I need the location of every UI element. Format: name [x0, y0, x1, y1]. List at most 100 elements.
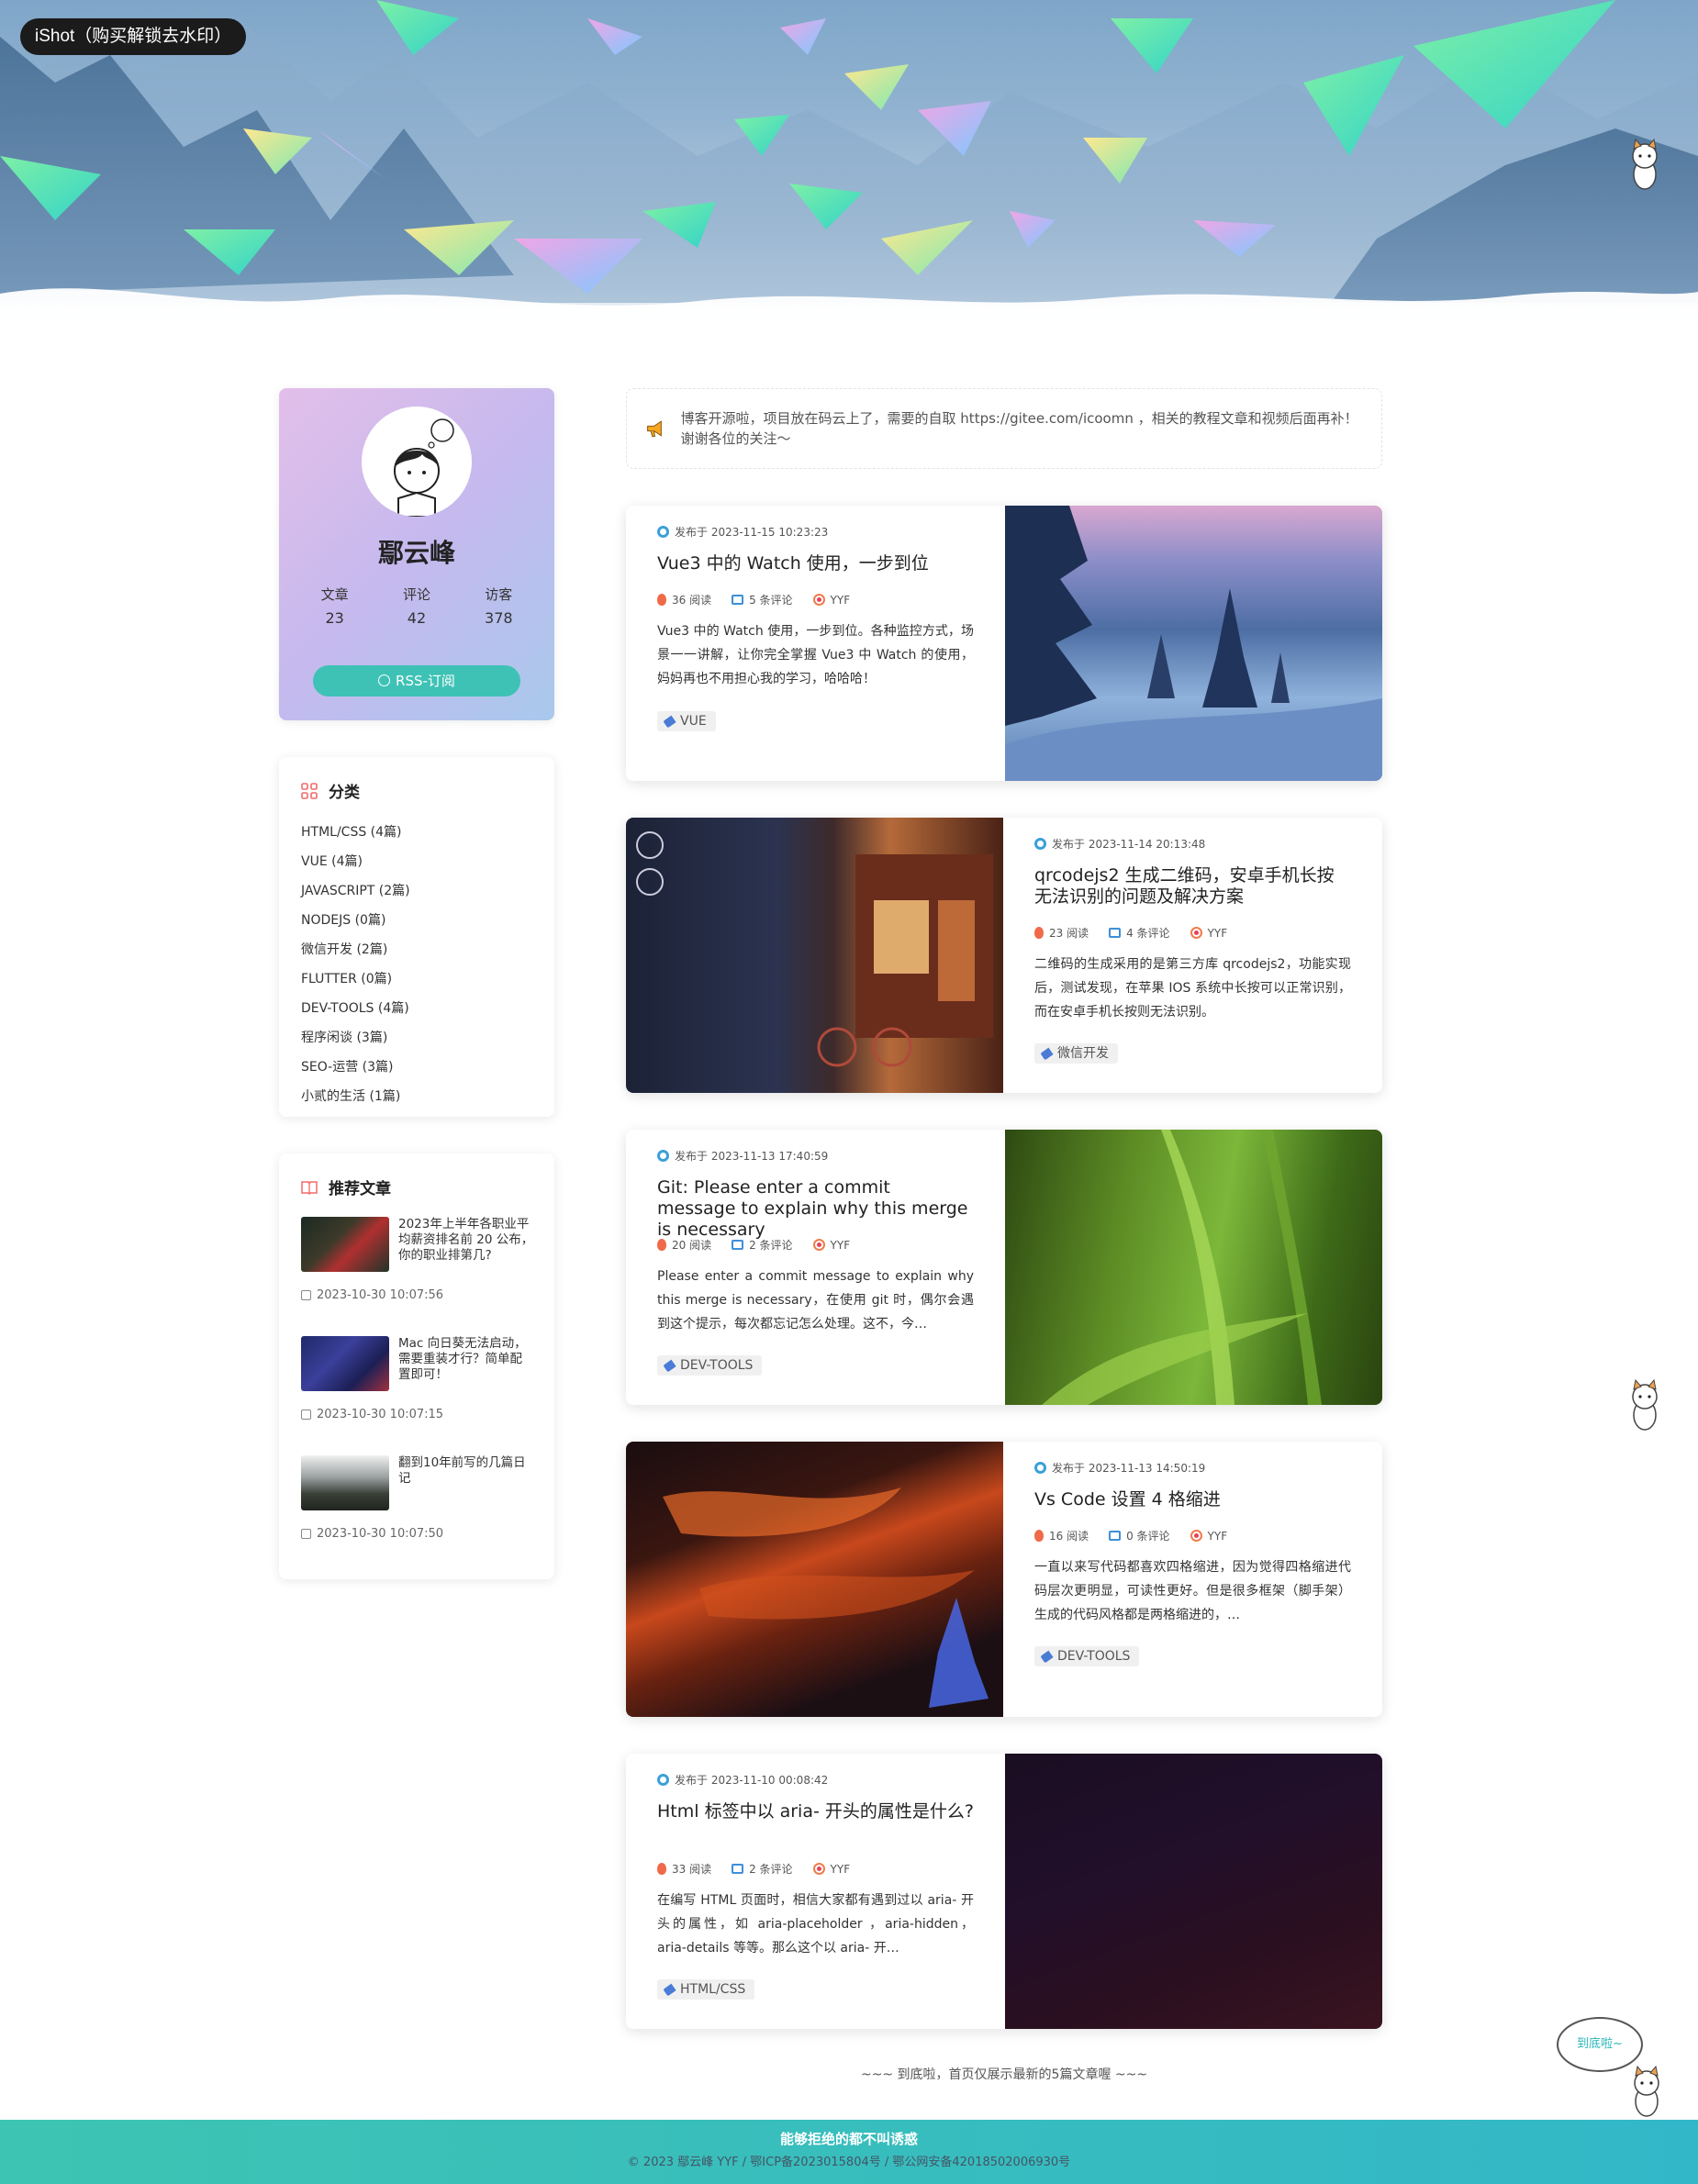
clock-icon	[657, 1774, 669, 1786]
post-excerpt: Vue3 中的 Watch 使用，一步到位。各种监控方式，场景一一讲解，让你完全…	[657, 624, 974, 686]
recommended-thumbnail[interactable]	[301, 1336, 389, 1391]
clock-icon	[1034, 838, 1046, 850]
comment-icon	[732, 595, 744, 605]
categories-title: 分类	[301, 779, 360, 802]
author-icon	[1190, 1530, 1202, 1542]
calendar-icon	[301, 1410, 311, 1420]
post-cover-image[interactable]	[626, 818, 1003, 1093]
night-street-illustration	[636, 831, 993, 1067]
rss-label: RSS-订阅	[396, 673, 455, 689]
profile-name: 鄢云峰	[377, 538, 455, 568]
post-title[interactable]: Vue3 中的 Watch 使用，一步到位	[657, 553, 974, 574]
category-item[interactable]: 程序闲谈 (3篇)	[301, 1023, 410, 1053]
snow-pine-illustration	[1005, 506, 1382, 781]
post-card[interactable]: 发布于 2023-11-10 00:08:42 Html 标签中以 aria- …	[626, 1754, 1382, 2029]
date-text: 2023-10-30 10:07:50	[317, 1527, 444, 1541]
post-card[interactable]: 发布于 2023-11-14 20:13:48 qrcodejs2 生成二维码，…	[626, 818, 1382, 1093]
stat-value: 23	[325, 609, 344, 627]
comment-icon	[732, 1864, 744, 1874]
fire-icon	[657, 1863, 666, 1875]
post-tag[interactable]: DEV-TOOLS	[1034, 1646, 1140, 1666]
post-content: 发布于 2023-11-13 17:40:59 Git: Please ente…	[626, 1130, 1005, 1405]
read-count: 23 阅读	[1049, 927, 1089, 940]
book-icon	[301, 1180, 318, 1195]
profile-stats: 文章 23 评论 42 访客 378	[279, 585, 554, 627]
stat-comments: 评论 42	[380, 585, 453, 627]
rss-icon	[378, 674, 391, 686]
author-icon	[812, 1863, 825, 1875]
recommended-item-date: 2023-10-30 10:07:50	[301, 1527, 443, 1541]
post-excerpt: 二维码的生成采用的是第三方库 qrcodejs2，功能实现后，测试发现，在苹果 …	[1034, 957, 1351, 1020]
cat-mascot-icon	[1632, 1378, 1658, 1431]
author-name: YYF	[830, 1238, 851, 1252]
category-item[interactable]: DEV-TOOLS (4篇)	[301, 994, 410, 1023]
post-card[interactable]: 发布于 2023-11-15 10:23:23 Vue3 中的 Watch 使用…	[626, 506, 1382, 781]
category-item[interactable]: VUE (4篇)	[301, 847, 410, 876]
footer-slogan: 能够拒绝的都不叫诱惑	[779, 2131, 918, 2147]
megaphone-icon	[647, 420, 662, 438]
post-cover-image[interactable]	[626, 1442, 1003, 1717]
recommended-title: 推荐文章	[301, 1176, 391, 1198]
post-cover-image[interactable]	[1005, 506, 1382, 781]
recommended-item-title[interactable]: Mac 向日葵无法启动，需要重装才行？简单配置即可！	[398, 1336, 534, 1383]
clock-icon	[657, 526, 669, 538]
author-name: YYF	[1207, 1529, 1228, 1543]
profile-card: 鄢云峰 文章 23 评论 42 访客 378 RSS-订阅	[279, 388, 554, 720]
category-item[interactable]: 小贰的生活 (1篇)	[301, 1082, 410, 1111]
calendar-icon	[301, 1290, 311, 1300]
post-title[interactable]: Git: Please enter a commit message to ex…	[657, 1177, 974, 1241]
tag-label: VUE	[680, 714, 707, 729]
comment-icon	[1109, 1531, 1122, 1541]
rss-subscribe-button[interactable]: RSS-订阅	[313, 665, 520, 696]
post-title[interactable]: Html 标签中以 aria- 开头的属性是什么?	[657, 1801, 974, 1822]
category-item[interactable]: JAVASCRIPT (2篇)	[301, 876, 410, 906]
post-cover-image[interactable]	[1005, 1754, 1382, 2029]
grid-icon	[301, 782, 318, 799]
tag-icon	[663, 1983, 676, 1996]
back-to-top-bubble[interactable]: 到底啦~	[1557, 2017, 1643, 2072]
recommended-item[interactable]: Mac 向日葵无法启动，需要重装才行？简单配置即可！ 2023-10-30 10…	[301, 1336, 536, 1437]
tag-icon	[1040, 1650, 1054, 1663]
read-count: 36 阅读	[672, 594, 712, 607]
recommended-thumbnail[interactable]	[301, 1217, 389, 1272]
category-item[interactable]: NODEJS (0篇)	[301, 906, 410, 935]
end-of-list-note: ~~~ 到底啦，首页仅展示最新的5篇文章喔 ~~~	[860, 2067, 1148, 2082]
fire-icon	[1034, 927, 1044, 939]
post-title[interactable]: qrcodejs2 生成二维码，安卓手机长按无法识别的问题及解决方案	[1034, 865, 1351, 908]
post-tag[interactable]: VUE	[657, 711, 716, 731]
post-card[interactable]: 发布于 2023-11-13 14:50:19 Vs Code 设置 4 格缩进…	[626, 1442, 1382, 1717]
stat-visitors: 访客 378	[462, 585, 535, 627]
category-list: HTML/CSS (4篇) VUE (4篇) JAVASCRIPT (2篇) N…	[301, 818, 410, 1111]
fire-icon	[1034, 1530, 1044, 1542]
post-cover-image[interactable]	[1005, 1130, 1382, 1405]
post-meta: 20 阅读 2 条评论 YYF	[657, 1237, 870, 1253]
recommended-item[interactable]: 翻到10年前写的几篇日记 2023-10-30 10:07:50	[301, 1455, 536, 1556]
post-card[interactable]: 发布于 2023-11-13 17:40:59 Git: Please ente…	[626, 1130, 1382, 1405]
post-date-text: 发布于 2023-11-15 10:23:23	[675, 526, 829, 539]
recommended-item-date: 2023-10-30 10:07:56	[301, 1288, 443, 1302]
hero-banner: iShot（购买解锁去水印）	[0, 0, 1698, 349]
date-text: 2023-10-30 10:07:15	[317, 1408, 444, 1421]
post-title[interactable]: Vs Code 设置 4 格缩进	[1034, 1489, 1351, 1510]
post-tag[interactable]: DEV-TOOLS	[657, 1355, 763, 1376]
recommended-item-title[interactable]: 翻到10年前写的几篇日记	[398, 1455, 534, 1487]
recommended-item-title[interactable]: 2023年上半年各职业平均薪资排名前 20 公布，你的职业排第几?	[398, 1217, 534, 1264]
cat-mascot-icon	[1632, 138, 1658, 190]
post-tag[interactable]: HTML/CSS	[657, 1979, 755, 2000]
recommended-item[interactable]: 2023年上半年各职业平均薪资排名前 20 公布，你的职业排第几? 2023-1…	[301, 1217, 536, 1318]
date-text: 2023-10-30 10:07:56	[317, 1288, 444, 1302]
post-tag[interactable]: 微信开发	[1034, 1043, 1118, 1064]
read-count: 33 阅读	[672, 1863, 712, 1876]
comment-count: 0 条评论	[1126, 1530, 1170, 1543]
avatar[interactable]	[362, 407, 472, 517]
recommended-thumbnail[interactable]	[301, 1455, 389, 1510]
comment-count: 2 条评论	[749, 1239, 793, 1252]
post-date-text: 发布于 2023-11-10 00:08:42	[675, 1774, 829, 1787]
post-meta: 23 阅读 4 条评论 YYF	[1034, 925, 1247, 941]
tag-icon	[663, 715, 676, 728]
category-item[interactable]: SEO-运营 (3篇)	[301, 1053, 410, 1082]
category-item[interactable]: FLUTTER (0篇)	[301, 964, 410, 994]
recommended-title-text: 推荐文章	[329, 1180, 391, 1198]
category-item[interactable]: HTML/CSS (4篇)	[301, 818, 410, 847]
category-item[interactable]: 微信开发 (2篇)	[301, 935, 410, 964]
